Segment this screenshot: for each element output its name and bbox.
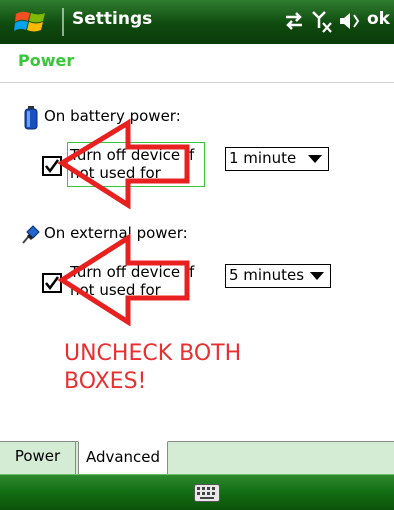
chevron-down-icon (308, 155, 322, 163)
annotation-text: UNCHECK BOTH BOXES! (64, 340, 344, 396)
battery-turn-off-checkbox[interactable] (42, 156, 62, 176)
checkmark-icon (45, 159, 60, 174)
external-timeout-value: 5 minutes (229, 266, 305, 284)
annotation-line-1: UNCHECK BOTH (64, 341, 242, 366)
tab-advanced[interactable]: Advanced (78, 441, 168, 474)
keyboard-icon[interactable] (194, 484, 220, 502)
battery-timeout-value: 1 minute (229, 149, 297, 167)
battery-icon (24, 106, 38, 130)
page-title: Power (18, 51, 75, 70)
external-power-label: On external power: (44, 224, 188, 242)
external-timeout-dropdown[interactable]: 5 minutes (225, 264, 331, 288)
external-turn-off-label[interactable]: Turn off device if not used for (70, 263, 210, 299)
title-bar: Settings ok (0, 0, 394, 44)
power-plug-icon (22, 225, 40, 244)
windows-start-icon[interactable] (12, 8, 54, 36)
connectivity-icon[interactable] (282, 10, 306, 32)
battery-turn-off-label[interactable]: Turn off device if not used for (70, 146, 210, 182)
annotation-arrows (57, 118, 190, 327)
no-signal-icon[interactable] (311, 10, 333, 34)
tab-strip: Power Advanced (0, 441, 394, 474)
chevron-down-icon (310, 272, 324, 280)
title-separator (62, 8, 64, 36)
external-turn-off-checkbox[interactable] (42, 273, 62, 293)
battery-timeout-dropdown[interactable]: 1 minute (225, 147, 329, 171)
battery-power-label: On battery power: (44, 107, 181, 125)
soft-key-bar (0, 474, 394, 510)
annotation-line-2: BOXES! (64, 369, 147, 394)
tab-power[interactable]: Power (0, 441, 76, 474)
volume-icon[interactable] (338, 10, 362, 32)
checkmark-icon (45, 276, 60, 291)
ok-button[interactable]: ok (367, 9, 390, 29)
app-title: Settings (72, 9, 153, 29)
header-divider (0, 82, 394, 83)
